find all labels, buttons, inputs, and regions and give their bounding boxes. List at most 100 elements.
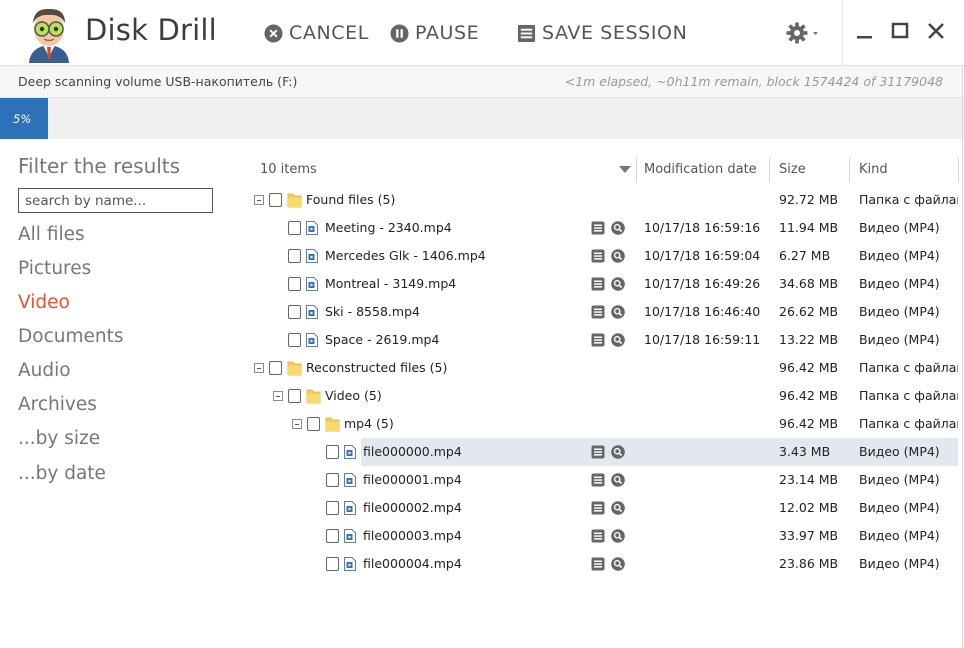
row-size: 3.43 MB [779, 444, 831, 459]
preview-icon[interactable] [611, 249, 625, 263]
collapse-toggle-icon[interactable] [254, 195, 264, 205]
sidebar-item[interactable]: All files [18, 224, 85, 245]
video-file-icon [344, 445, 356, 459]
column-divider[interactable] [769, 157, 770, 183]
row-name: Mercedes Glk - 1406.mp4 [325, 248, 486, 263]
preview-icon[interactable] [611, 277, 625, 291]
row-size: 96.42 MB [779, 388, 839, 403]
details-icon[interactable] [591, 557, 605, 571]
file-row[interactable]: Montreal - 3149.mp4 10/17/18 16:49:26 34.6… [250, 270, 958, 298]
pause-button[interactable]: PAUSE [390, 20, 479, 46]
row-size: 96.42 MB [779, 360, 839, 375]
sidebar-item[interactable]: ...by size [18, 428, 100, 449]
sidebar-item[interactable]: Audio [18, 360, 71, 381]
file-row[interactable]: Mercedes Glk - 1406.mp4 10/17/18 16:59:04… [250, 242, 958, 270]
row-checkbox[interactable] [288, 305, 301, 319]
gear-icon[interactable] [786, 22, 820, 44]
row-checkbox[interactable] [269, 361, 282, 375]
details-icon[interactable] [591, 473, 605, 487]
folder-row[interactable]: mp4 (5) 96.42 MB Папка с файлами [250, 410, 958, 438]
row-kind: Папка с файлами [859, 192, 958, 207]
row-size: 26.62 MB [779, 304, 839, 319]
video-file-icon [344, 557, 356, 571]
row-checkbox[interactable] [288, 221, 301, 235]
row-name: file000003.mp4 [363, 528, 462, 543]
file-row[interactable]: file000001.mp4 23.14 MB Видео (MP4) [250, 466, 958, 494]
folder-row[interactable]: Found files (5) 92.72 MB Папка с файлами [250, 186, 958, 214]
sidebar-item[interactable]: Documents [18, 326, 123, 347]
preview-icon[interactable] [611, 333, 625, 347]
preview-icon[interactable] [611, 501, 625, 515]
row-checkbox[interactable] [288, 249, 301, 263]
row-checkbox[interactable] [326, 557, 339, 571]
details-icon[interactable] [591, 277, 605, 291]
row-checkbox[interactable] [269, 193, 282, 207]
row-kind: Видео (MP4) [859, 248, 940, 263]
file-row[interactable]: Space - 2619.mp4 10/17/18 16:59:11 13.22 M… [250, 326, 958, 354]
details-icon[interactable] [591, 333, 605, 347]
preview-icon[interactable] [611, 557, 625, 571]
row-kind: Видео (MP4) [859, 528, 940, 543]
row-checkbox[interactable] [288, 389, 301, 403]
save-session-button[interactable]: SAVE SESSION [517, 20, 687, 46]
file-row[interactable]: Ski - 8558.mp4 10/17/18 16:46:40 26.62 MB В… [250, 298, 958, 326]
close-icon[interactable] [927, 22, 945, 40]
folder-row[interactable]: Video (5) 96.42 MB Папка с файлами [250, 382, 958, 410]
column-header-size[interactable]: Size [779, 162, 806, 177]
sidebar-item[interactable]: Archives [18, 394, 97, 415]
cancel-button[interactable]: CANCEL [264, 20, 369, 46]
details-icon[interactable] [591, 305, 605, 319]
row-name: file000001.mp4 [363, 472, 462, 487]
file-row[interactable]: file000004.mp4 23.86 MB Видео (MP4) [250, 550, 958, 578]
file-row[interactable]: file000002.mp4 12.02 MB Видео (MP4) [250, 494, 958, 522]
folder-icon [306, 388, 321, 404]
minimize-icon[interactable] [856, 22, 874, 40]
row-date: 10/17/18 16:46:40 [644, 304, 761, 319]
details-icon[interactable] [591, 221, 605, 235]
file-row[interactable]: file000000.mp4 3.43 MB Видео (MP4) [250, 438, 958, 466]
preview-icon[interactable] [611, 221, 625, 235]
row-checkbox[interactable] [326, 529, 339, 543]
collapse-toggle-icon[interactable] [273, 391, 283, 401]
details-icon[interactable] [591, 529, 605, 543]
sidebar-item[interactable]: Pictures [18, 258, 91, 279]
column-divider[interactable] [849, 157, 850, 183]
column-header-date[interactable]: Modification date [644, 162, 757, 177]
cancel-label: CANCEL [289, 22, 369, 44]
preview-icon[interactable] [611, 445, 625, 459]
row-checkbox[interactable] [288, 333, 301, 347]
file-row[interactable]: file000003.mp4 33.97 MB Видео (MP4) [250, 522, 958, 550]
column-header-kind[interactable]: Kind [859, 162, 888, 177]
row-checkbox[interactable] [307, 417, 320, 431]
sort-arrow-icon[interactable] [619, 166, 631, 173]
details-icon[interactable] [591, 249, 605, 263]
video-file-icon [306, 305, 318, 319]
row-kind: Видео (MP4) [859, 472, 940, 487]
window-edge [962, 66, 963, 648]
collapse-toggle-icon[interactable] [292, 419, 302, 429]
preview-icon[interactable] [611, 305, 625, 319]
details-icon[interactable] [591, 445, 605, 459]
status-bar: Deep scanning volume USB-накопитель (F:)… [0, 66, 964, 98]
video-file-icon [344, 473, 356, 487]
preview-icon[interactable] [611, 473, 625, 487]
row-size: 23.14 MB [779, 472, 839, 487]
search-input[interactable] [18, 188, 213, 213]
row-name: file000004.mp4 [363, 556, 462, 571]
preview-icon[interactable] [611, 529, 625, 543]
row-checkbox[interactable] [326, 473, 339, 487]
folder-row[interactable]: Reconstructed files (5) 96.42 MB Папка с ф… [250, 354, 958, 382]
details-icon[interactable] [591, 501, 605, 515]
sidebar-item[interactable]: Video [18, 292, 70, 313]
sidebar-item[interactable]: ...by date [18, 463, 106, 484]
row-checkbox[interactable] [326, 501, 339, 515]
column-divider[interactable] [636, 157, 637, 183]
row-kind: Видео (MP4) [859, 332, 940, 347]
mascot-avatar [29, 8, 69, 63]
row-checkbox[interactable] [288, 277, 301, 291]
row-checkbox[interactable] [326, 445, 339, 459]
file-row[interactable]: Meeting - 2340.mp4 10/17/18 16:59:16 11.94… [250, 214, 958, 242]
maximize-icon[interactable] [891, 22, 909, 40]
collapse-toggle-icon[interactable] [254, 363, 264, 373]
video-file-icon [306, 333, 318, 347]
